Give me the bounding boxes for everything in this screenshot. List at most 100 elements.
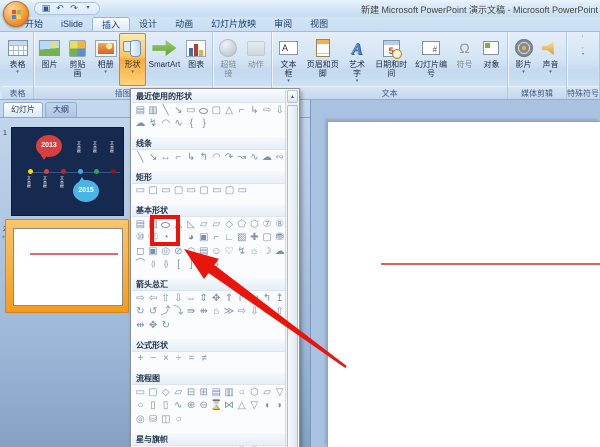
punched-tape-shape[interactable]: ∿ xyxy=(172,400,185,412)
sun-shape[interactable]: ☼ xyxy=(248,246,261,258)
curved-left-arrow-shape[interactable]: ↺ xyxy=(147,306,160,318)
down-arrow-callout-shape[interactable]: ⇩ xyxy=(248,306,261,318)
line-shape[interactable]: ╲ xyxy=(159,105,172,117)
slide-thumbnail-2[interactable] xyxy=(13,228,123,306)
symbol-item-icon[interactable]: • xyxy=(582,52,584,58)
up-down-arrow-shape[interactable]: ⇕ xyxy=(197,293,210,305)
chart-button[interactable]: 图表 xyxy=(183,33,210,86)
corner-shape[interactable]: ∟ xyxy=(223,232,236,244)
hexagon-shape[interactable]: ⬡ xyxy=(248,219,261,231)
document-shape[interactable]: ▤ xyxy=(210,387,223,399)
moon-shape[interactable]: ☽ xyxy=(261,246,274,258)
isosceles-triangle-shape[interactable]: △ xyxy=(223,105,236,117)
stored-data-shape[interactable]: ◖ xyxy=(261,400,274,412)
up-arrow-shape[interactable]: ⇧ xyxy=(159,293,172,305)
parallelogram-shape[interactable]: ▱ xyxy=(197,219,210,231)
slide-thumbnail-2-selected[interactable] xyxy=(5,219,129,313)
picture-button[interactable]: 图片 xyxy=(36,33,63,86)
tab-islide[interactable]: iSlide xyxy=(52,17,92,31)
elbow-arrow-connector-shape[interactable]: ↳ xyxy=(185,152,198,164)
circular-arrow-shape[interactable]: ↻ xyxy=(160,320,173,332)
curve-shape[interactable]: ∿ xyxy=(248,152,261,164)
card-shape[interactable]: ▯ xyxy=(159,400,172,412)
symbol-item-icon[interactable]: , xyxy=(582,44,584,50)
save-button[interactable]: ▣ xyxy=(40,3,52,14)
pentagon-shape[interactable]: ⌂ xyxy=(210,306,223,318)
arc-shape[interactable]: ⌒ xyxy=(134,259,147,271)
cloud-shape[interactable]: ☁ xyxy=(134,118,147,130)
right-brace-shape[interactable]: } xyxy=(198,118,211,130)
quad-arrow-callout-shape[interactable]: ✥ xyxy=(147,320,160,332)
merge-shape[interactable]: ▽ xyxy=(248,400,261,412)
rounded-rectangle-shape[interactable]: ▢ xyxy=(210,105,223,117)
magnetic-disk-shape[interactable]: ⛁ xyxy=(147,414,160,426)
slide-canvas[interactable] xyxy=(327,121,600,447)
off-page-connector-shape[interactable]: ▯ xyxy=(147,400,160,412)
left-up-arrow-shape[interactable]: ↰ xyxy=(261,293,274,305)
special-symbols-mini-list[interactable]: ',• xyxy=(580,33,586,86)
elbow-arrow-connector-shape[interactable]: ↳ xyxy=(248,105,261,117)
oval-shape[interactable] xyxy=(197,105,210,117)
regular-pentagon-shape[interactable]: ⬠ xyxy=(235,219,248,231)
left-brace-shape[interactable]: { xyxy=(185,118,198,130)
sort-shape[interactable]: ⋈ xyxy=(223,400,236,412)
sound-button[interactable]: 声音▾ xyxy=(537,33,564,86)
block-arc-shape[interactable]: ◠ xyxy=(185,246,198,258)
arrow-shape[interactable]: ↘ xyxy=(147,152,160,164)
right-arrow-callout-shape[interactable]: ⇨ xyxy=(235,306,248,318)
quad-arrow-shape[interactable]: ✥ xyxy=(210,293,223,305)
predefined-process-shape[interactable]: ⊟ xyxy=(185,387,198,399)
donut-shape[interactable]: ◎ xyxy=(159,246,172,258)
direct-access-storage-shape[interactable]: ◫ xyxy=(160,414,173,426)
left-right-arrow-callout-shape[interactable]: ⇹ xyxy=(134,320,147,332)
freeform-shape[interactable]: ☁ xyxy=(261,152,274,164)
teardrop-shape[interactable]: ◕ xyxy=(185,232,198,244)
slide-number-button[interactable]: 幻灯片编号 xyxy=(411,33,451,86)
process-shape[interactable]: ▭ xyxy=(134,387,147,399)
heart-shape[interactable]: ♡ xyxy=(223,246,236,258)
lightning-bolt-shape[interactable]: ↯ xyxy=(235,246,248,258)
bevel-shape[interactable]: ▣ xyxy=(147,246,160,258)
extract-shape[interactable]: △ xyxy=(235,400,248,412)
decision-shape[interactable]: ◇ xyxy=(159,387,172,399)
arrow-shape[interactable]: ↘ xyxy=(172,105,185,117)
text-box-shape[interactable]: ▥ xyxy=(147,105,160,117)
right-arrow-shape[interactable]: ⇨ xyxy=(261,105,274,117)
not-equal-shape[interactable]: ≠ xyxy=(198,353,211,365)
tab-view[interactable]: 视图 xyxy=(301,17,337,31)
notched-right-arrow-shape[interactable]: ⇻ xyxy=(197,306,210,318)
right-bracket-shape[interactable]: ] xyxy=(185,259,198,271)
rectangle-shape[interactable]: ▭ xyxy=(134,185,147,197)
preparation-shape[interactable]: ⬡ xyxy=(248,387,261,399)
u-turn-arrow-shape[interactable]: ↩ xyxy=(248,293,261,305)
round-diagonal-corner-rectangle-shape[interactable]: ▭ xyxy=(236,185,249,197)
round-single-corner-rectangle-shape[interactable]: ▭ xyxy=(211,185,224,197)
curved-double-arrow-connector-shape[interactable]: ↝ xyxy=(235,152,248,164)
curved-connector-shape[interactable]: ◠ xyxy=(210,152,223,164)
half-frame-shape[interactable]: ⌐ xyxy=(210,232,223,244)
table-button[interactable]: 表格▾ xyxy=(4,33,31,86)
picture-shape[interactable]: ▤ xyxy=(134,105,147,117)
text-box-button[interactable]: 文本框▾ xyxy=(274,33,303,86)
curved-right-arrow-shape[interactable]: ↻ xyxy=(134,306,147,318)
multidocument-shape[interactable]: ▥ xyxy=(223,387,236,399)
tab-review[interactable]: 审阅 xyxy=(265,17,301,31)
cross-shape[interactable]: ✚ xyxy=(248,232,261,244)
curved-down-arrow-shape[interactable]: ⤵ xyxy=(172,306,185,318)
curved-up-arrow-shape[interactable]: ⤴ xyxy=(159,306,172,318)
elbow-connector-shape[interactable]: ⌐ xyxy=(235,105,248,117)
minus-shape[interactable]: − xyxy=(147,353,160,365)
terminator-shape[interactable]: ○ xyxy=(235,387,248,399)
smartart-button[interactable]: SmartArt xyxy=(146,33,182,86)
tab-slideshow[interactable]: 幻灯片放映 xyxy=(202,17,265,31)
shapes-button[interactable]: 形状▾ xyxy=(119,33,146,86)
undo-button[interactable]: ↶ xyxy=(54,3,66,14)
snip-same-side-corner-rectangle-shape[interactable]: ▢ xyxy=(172,185,185,197)
office-button[interactable] xyxy=(3,1,29,27)
object-button[interactable]: 对象 xyxy=(478,33,505,86)
multiply-shape[interactable]: × xyxy=(160,353,173,365)
diagonal-stripe-shape[interactable]: ▨ xyxy=(235,232,248,244)
heptagon-shape[interactable]: ⑦ xyxy=(261,219,274,231)
diamond-shape[interactable]: ◇ xyxy=(223,219,236,231)
smiley-face-shape[interactable]: ☺ xyxy=(210,246,223,258)
